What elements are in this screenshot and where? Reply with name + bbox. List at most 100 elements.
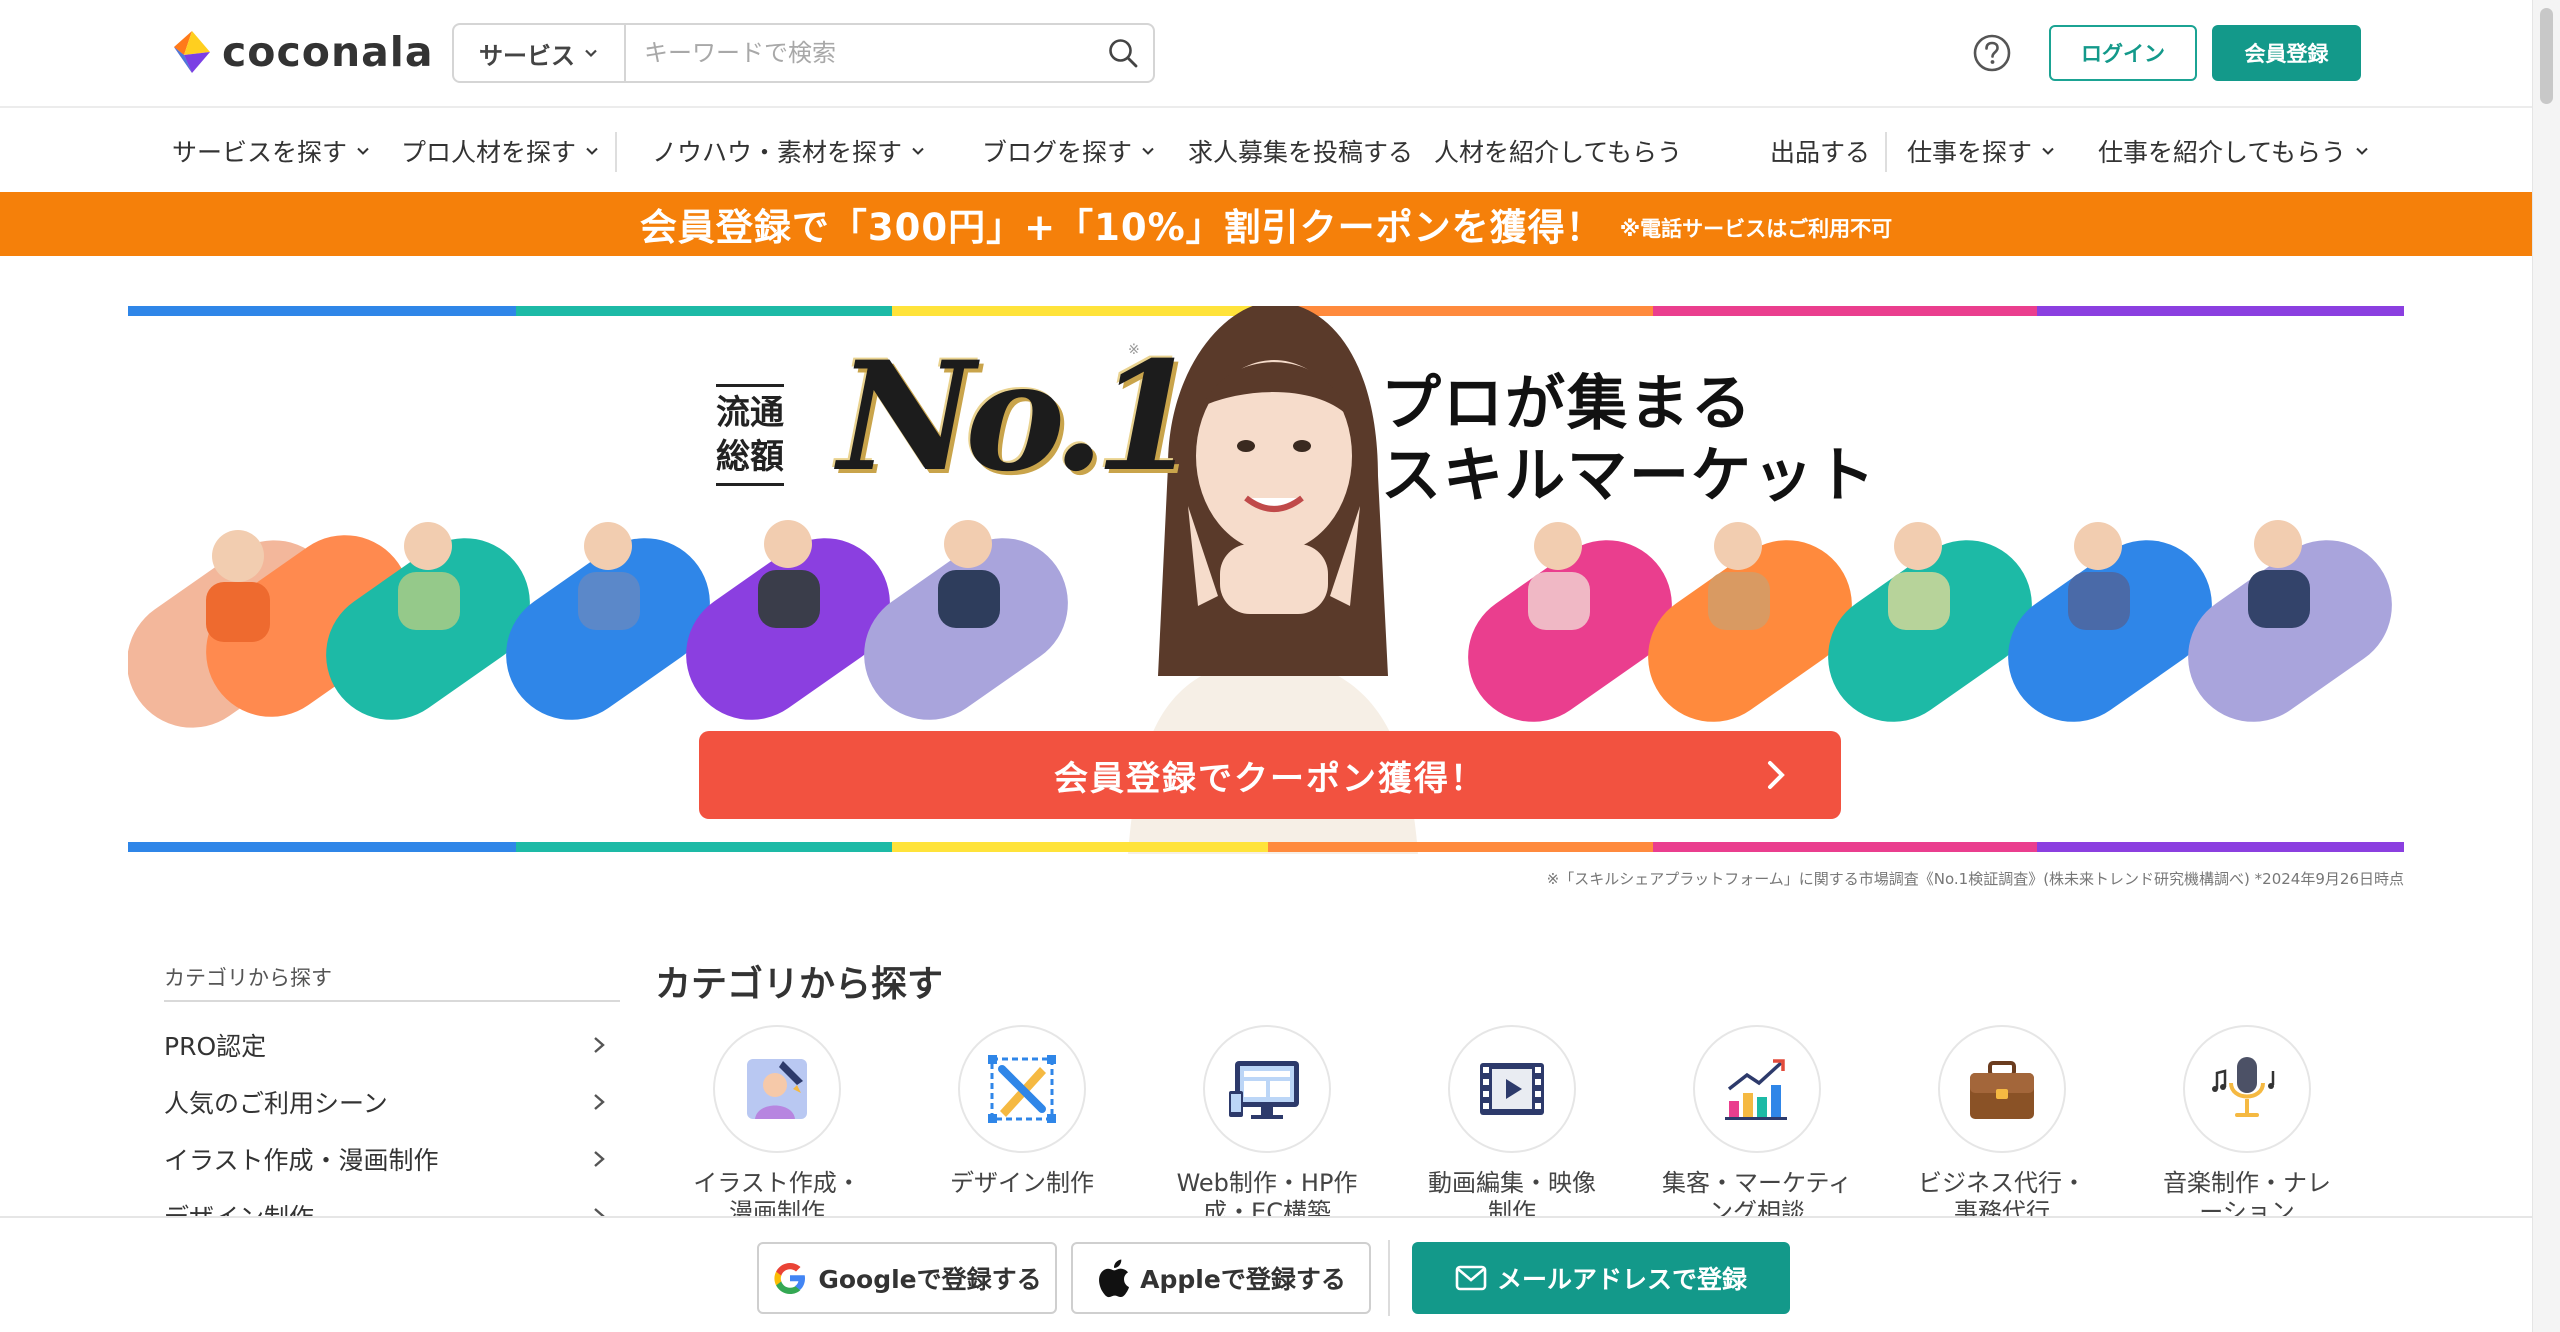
chevron-right-icon (594, 1151, 605, 1167)
nav-work-referral[interactable]: 仕事を紹介してもらう (2098, 110, 2370, 192)
apple-signup-button[interactable]: Appleで登録する (1071, 1242, 1371, 1314)
sidebar-item-label: 人気のご利用シーン (164, 1089, 388, 1118)
video-icon (1480, 1063, 1544, 1115)
nav-label: 仕事を紹介してもらう (2098, 138, 2347, 167)
category-video[interactable]: 動画編集・映像 制作 (1402, 1025, 1622, 1227)
nav-find-blogs[interactable]: ブログを探す (982, 110, 1156, 192)
logo-text: coconala (222, 28, 434, 76)
page-scrollbar[interactable] (2532, 0, 2560, 1332)
category-label-line1: 動画編集・映像 (1428, 1169, 1596, 1197)
sidebar-item-label: イラスト作成・漫画制作 (164, 1146, 439, 1175)
hero-coupon-cta-button[interactable]: 会員登録でクーポン獲得！ (699, 731, 1841, 819)
search-category-select[interactable]: サービス (454, 25, 626, 81)
hero-bottom-stripe (128, 842, 2404, 852)
nav-find-knowhow[interactable]: ノウハウ・素材を探す (652, 110, 926, 192)
search-button[interactable] (1093, 25, 1153, 81)
design-icon (988, 1055, 1056, 1123)
scrollbar-thumb[interactable] (2540, 8, 2553, 104)
nav-talent-referral[interactable]: 人材を紹介してもらう (1434, 110, 1682, 192)
google-signup-label: Googleで登録する (818, 1265, 1042, 1294)
chevron-down-icon (586, 147, 598, 155)
category-web[interactable]: Web制作・HP作 成・EC構築 (1157, 1025, 1377, 1227)
sidebar-item-pro[interactable]: PRO認定 (164, 1020, 608, 1070)
nav-divider (615, 132, 617, 172)
business-icon (1970, 1061, 2034, 1119)
category-icon-circle (2183, 1025, 2311, 1153)
google-signup-button[interactable]: Googleで登録する (757, 1242, 1057, 1314)
category-design[interactable]: デザイン制作 (912, 1025, 1132, 1198)
chevron-right-icon (1768, 761, 1785, 789)
nav-label: プロ人材を探す (401, 138, 577, 167)
nav-post-job[interactable]: 求人募集を投稿する (1188, 110, 1413, 192)
pro-pill-group-right (1468, 520, 2392, 722)
search-bar: サービス (452, 23, 1155, 83)
nav-label: ブログを探す (982, 138, 1133, 167)
coconala-logo-icon (174, 31, 210, 73)
category-label: デザイン制作 (912, 1169, 1132, 1198)
help-icon[interactable] (1972, 33, 2012, 73)
nav-divider (1885, 132, 1887, 172)
category-heading: カテゴリから探す (655, 964, 944, 1005)
marketing-icon (1725, 1059, 1787, 1120)
site-header: coconala サービス ログイン 会員登録 (0, 0, 2532, 108)
search-input[interactable] (626, 25, 1093, 81)
category-icon-circle (1938, 1025, 2066, 1153)
illustration-icon (747, 1059, 807, 1119)
apple-signup-label: Appleで登録する (1140, 1265, 1346, 1294)
search-category-label: サービス (479, 41, 575, 70)
chevron-down-icon (585, 49, 597, 58)
chevron-down-icon (2356, 147, 2368, 155)
nav-label: 仕事を探す (1907, 138, 2033, 167)
chevron-down-icon (1142, 147, 1154, 155)
hero-banner[interactable]: 流通総額 No.1 ※ プロが集まる スキルマーケット 会員登録でクーポン獲得！ (128, 306, 2404, 854)
category-label-line1: 集客・マーケティ (1661, 1169, 1853, 1197)
hero-headline-line2: スキルマーケット (1381, 441, 1877, 511)
signup-divider (1388, 1240, 1390, 1316)
category-icon-circle (958, 1025, 1086, 1153)
hero-cta-label: 会員登録でクーポン獲得！ (1054, 758, 1486, 799)
chevron-right-icon (594, 1037, 605, 1053)
chevron-down-icon (2042, 147, 2054, 155)
sidebar-item-label: PRO認定 (164, 1032, 267, 1061)
email-signup-button[interactable]: メールアドレスで登録 (1412, 1242, 1790, 1314)
chevron-down-icon (357, 147, 369, 155)
signup-sticky-bar: Googleで登録する Appleで登録する メールアドレスで登録 (0, 1216, 2532, 1332)
promo-note: ※電話サービスはご利用不可 (1619, 217, 1893, 241)
hero-footnote: ※「スキルシェアプラットフォーム」に関する市場調査《No.1検証調査》(株未来ト… (1546, 870, 2404, 888)
search-icon (1109, 39, 1138, 68)
login-button[interactable]: ログイン (2049, 25, 2197, 81)
nav-label: 出品する (1770, 138, 1871, 167)
coconala-logo[interactable]: coconala (170, 28, 434, 76)
category-icon-circle (1203, 1025, 1331, 1153)
nav-label: 人材を紹介してもらう (1434, 138, 1683, 167)
category-marketing[interactable]: 集客・マーケティ ング相談 (1647, 1025, 1867, 1227)
category-label-line1: ビジネス代行・ (1918, 1169, 2086, 1197)
nav-sell[interactable]: 出品する (1770, 110, 1870, 192)
category-illustration[interactable]: イラスト作成・ 漫画制作 (667, 1025, 887, 1227)
sidebar-item-illustration[interactable]: イラスト作成・漫画制作 (164, 1134, 608, 1184)
rank-label: 流通総額 (716, 384, 784, 486)
apple-icon (1099, 1259, 1130, 1298)
nav-label: ノウハウ・素材を探す (652, 138, 903, 167)
category-label-line1: イラスト作成・ (693, 1169, 861, 1197)
mail-icon (1455, 1265, 1487, 1291)
category-business[interactable]: ビジネス代行・ 事務代行 (1892, 1025, 2112, 1227)
nav-find-work[interactable]: 仕事を探す (1907, 110, 2056, 192)
promo-text: 会員登録で「300円」+「10%」割引クーポンを獲得！ (639, 206, 1604, 249)
category-icon-circle (1448, 1025, 1576, 1153)
music-icon (2212, 1057, 2275, 1117)
sidebar-item-popular-scenes[interactable]: 人気のご利用シーン (164, 1077, 608, 1127)
category-music[interactable]: 音楽制作・ナレ ーション (2137, 1025, 2357, 1227)
register-button[interactable]: 会員登録 (2212, 25, 2361, 81)
rank-footnote-mark: ※ (1128, 342, 1140, 358)
category-label-line1: Web制作・HP作 (1176, 1169, 1358, 1197)
email-signup-label: メールアドレスで登録 (1496, 1265, 1747, 1294)
nav-find-services[interactable]: サービスを探す (172, 110, 371, 192)
promo-banner[interactable]: 会員登録で「300円」+「10%」割引クーポンを獲得！ ※電話サービスはご利用不… (0, 192, 2532, 256)
nav-find-pros[interactable]: プロ人材を探す (401, 110, 600, 192)
rank-no1-badge: No.1 (838, 329, 1199, 505)
sidebar-title: カテゴリから探す (164, 966, 332, 990)
category-label-line1: デザイン制作 (950, 1169, 1094, 1197)
chevron-down-icon (912, 147, 924, 155)
hero-headline: プロが集まる スキルマーケット (1381, 368, 1877, 512)
